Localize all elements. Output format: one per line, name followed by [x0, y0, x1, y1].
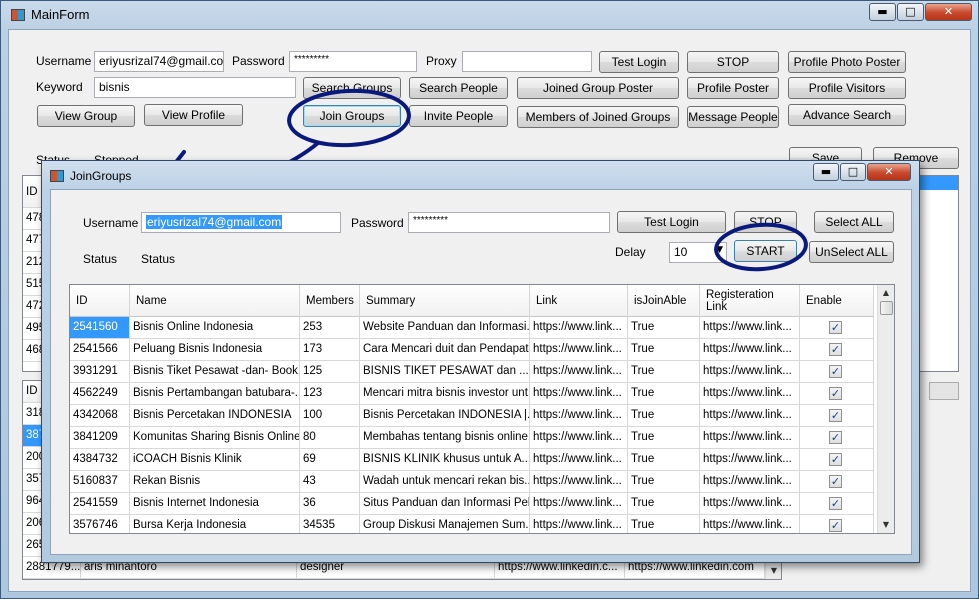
start-highlight-circle — [714, 222, 808, 272]
start-annotation — [714, 222, 808, 272]
